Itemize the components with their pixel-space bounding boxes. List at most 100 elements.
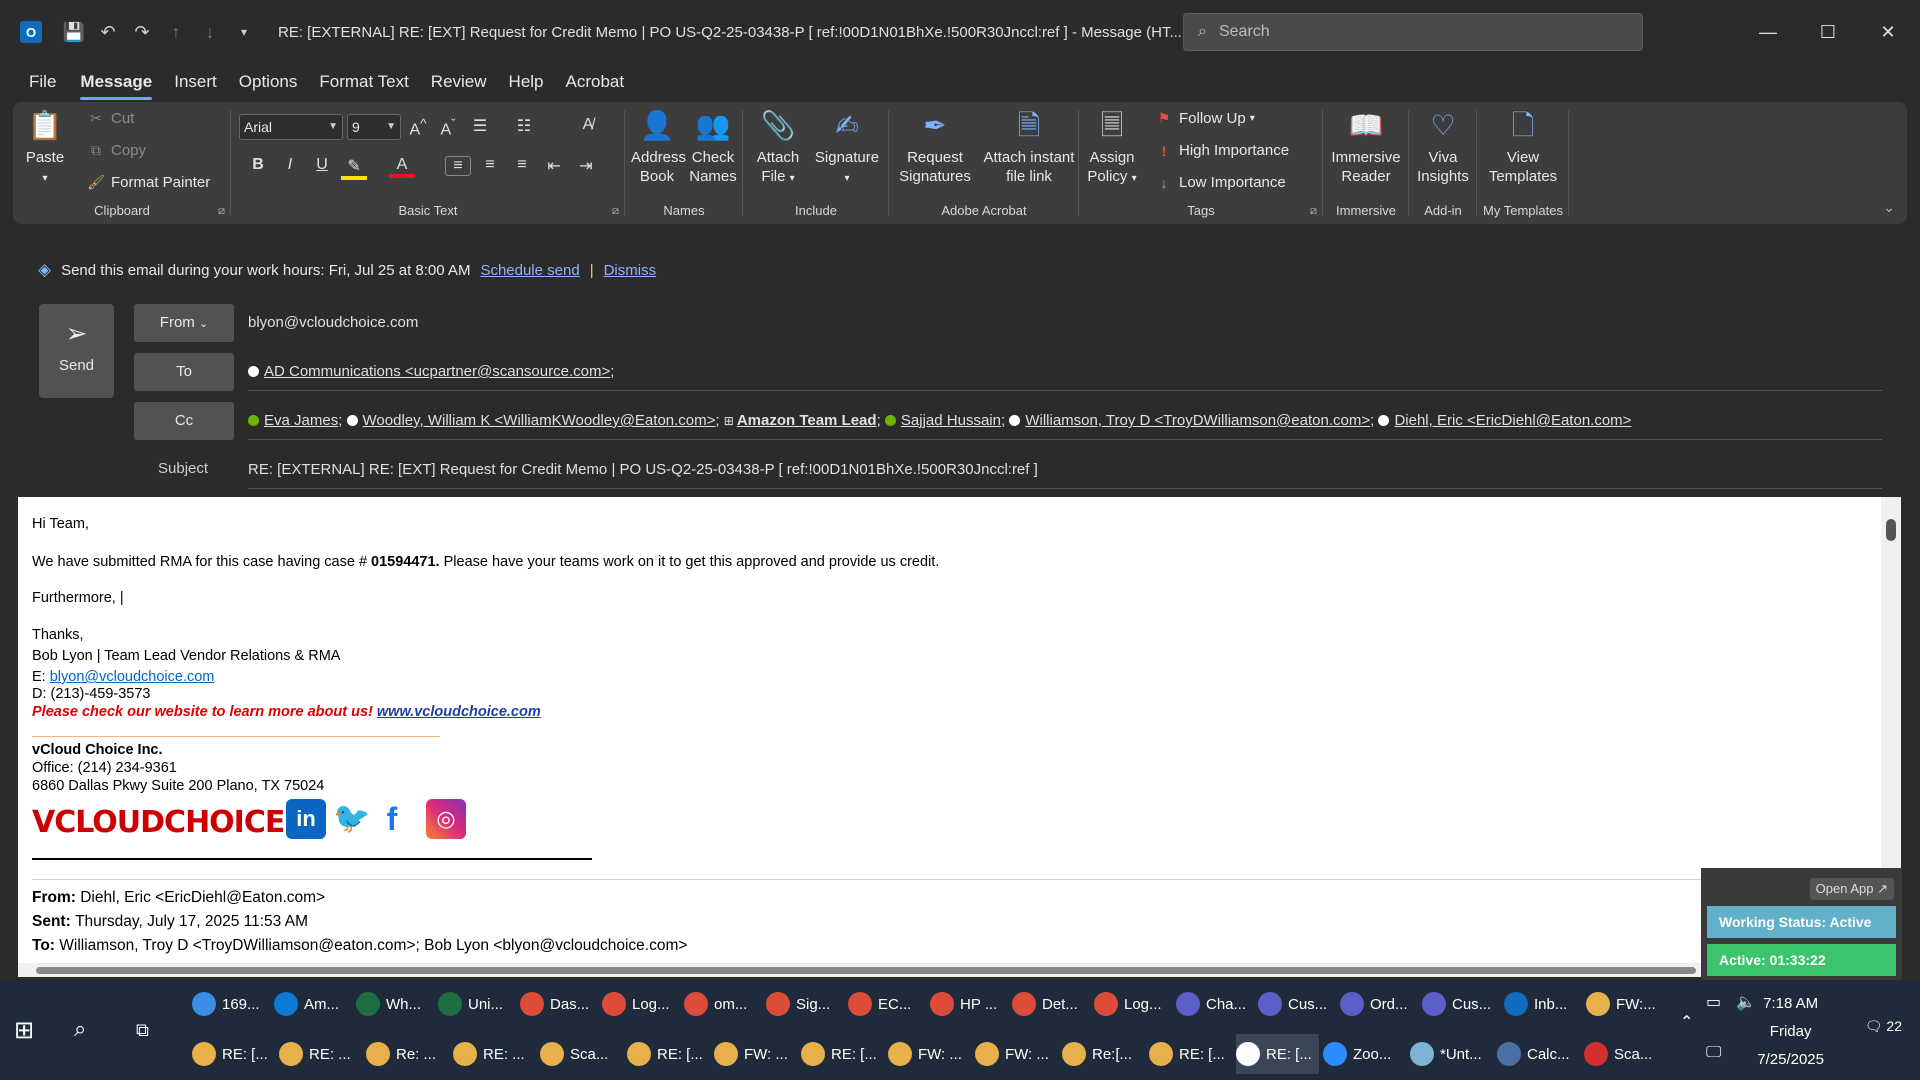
dialog-launcher-icon[interactable]: ⧄ [612, 205, 619, 218]
immersive-reader-button[interactable]: 📖 Immersive Reader [1327, 108, 1405, 186]
facebook-icon[interactable]: f [372, 799, 412, 839]
email-link[interactable]: blyon@vcloudchoice.com [50, 669, 215, 685]
dialog-launcher-icon[interactable]: ⧄ [1310, 205, 1317, 218]
search-icon[interactable]: ⌕ [74, 1016, 86, 1042]
address-book-button[interactable]: 👤 Address Book [631, 108, 686, 186]
bold-icon[interactable]: B [245, 156, 271, 174]
font-size-select[interactable]: 9 ▼ [347, 114, 401, 140]
viva-insights-button[interactable]: ♡ Viva Insights [1413, 108, 1473, 186]
cc-button[interactable]: Cc [134, 402, 234, 440]
taskbar-item[interactable]: FW: ... [888, 1034, 971, 1074]
taskbar-item[interactable]: Uni... [438, 984, 516, 1024]
taskbar-item[interactable]: Das... [520, 984, 598, 1024]
tab-file[interactable]: File [29, 68, 56, 96]
view-templates-button[interactable]: 🗋 View Templates [1481, 108, 1565, 186]
taskbar-item[interactable]: Re: ... [366, 1034, 449, 1074]
taskbar-item[interactable]: Cha... [1176, 984, 1254, 1024]
tab-acrobat[interactable]: Acrobat [566, 68, 625, 96]
taskbar-item[interactable]: *Unt... [1410, 1034, 1493, 1074]
taskbar-item[interactable]: 169... [192, 984, 270, 1024]
to-button[interactable]: To [134, 353, 234, 391]
chevron-up-icon[interactable]: ⌃ [1680, 1012, 1693, 1032]
scroll-thumb[interactable] [36, 967, 1696, 974]
decrease-indent-icon[interactable]: ⇤ [541, 156, 567, 176]
taskbar-item[interactable]: Am... [274, 984, 352, 1024]
taskbar-item[interactable]: RE: [... [192, 1034, 275, 1074]
recipient-chip[interactable]: AD Communications <ucpartner@scansource.… [264, 363, 610, 380]
font-color-icon[interactable]: A [389, 156, 415, 178]
working-status-badge[interactable]: Working Status: Active [1707, 906, 1896, 938]
taskbar-item[interactable]: FW:... [1586, 984, 1664, 1024]
down-arrow-icon[interactable]: ↓ [200, 22, 220, 42]
twitter-icon[interactable]: 🐦 [332, 799, 372, 839]
linkedin-icon[interactable]: in [286, 799, 326, 839]
taskbar-item[interactable]: Cus... [1422, 984, 1500, 1024]
italic-icon[interactable]: I [277, 156, 303, 174]
instagram-icon[interactable]: ◎ [426, 799, 466, 839]
align-left-icon[interactable]: ≡ [445, 156, 471, 176]
up-arrow-icon[interactable]: ↑ [166, 22, 186, 42]
format-painter-button[interactable]: 🖌 Format Painter [87, 174, 210, 191]
signature-button[interactable]: ✍ Signature ▾ [809, 108, 885, 188]
align-right-icon[interactable]: ≡ [509, 156, 535, 174]
close-button[interactable]: ✕ [1868, 14, 1908, 50]
taskbar-item[interactable]: FW: ... [714, 1034, 797, 1074]
subject-input[interactable]: RE: [EXTERNAL] RE: [EXT] Request for Cre… [248, 451, 1882, 489]
taskbar-item[interactable]: Log... [602, 984, 680, 1024]
taskbar-item[interactable]: Cus... [1258, 984, 1336, 1024]
taskbar-item[interactable]: RE: ... [453, 1034, 536, 1074]
schedule-send-link[interactable]: Schedule send [480, 262, 579, 279]
customize-toolbar-icon[interactable]: ▾ [234, 22, 254, 42]
recipient-chip[interactable]: Williamson, Troy D <TroyDWilliamson@eato… [1025, 412, 1370, 429]
speaker-icon[interactable]: 🔈 [1736, 992, 1756, 1012]
save-icon[interactable]: 💾 [63, 22, 85, 42]
tab-format-text[interactable]: Format Text [319, 68, 408, 96]
taskbar-item[interactable]: Wh... [356, 984, 434, 1024]
taskbar-item[interactable]: Log... [1094, 984, 1172, 1024]
scroll-thumb[interactable] [1886, 519, 1896, 541]
minimize-button[interactable]: — [1748, 14, 1788, 50]
message-body[interactable]: Hi Team, We have submitted RMA for this … [18, 497, 1901, 977]
cut-button[interactable]: ✂ Cut [87, 110, 134, 127]
taskbar-item[interactable]: Det... [1012, 984, 1090, 1024]
recipient-chip[interactable]: Diehl, Eric <EricDiehl@Eaton.com> [1394, 412, 1631, 429]
increase-indent-icon[interactable]: ⇥ [573, 156, 599, 176]
follow-up-button[interactable]: ⚑ Follow Up ▾ [1155, 110, 1255, 127]
taskbar-item[interactable]: FW: ... [975, 1034, 1058, 1074]
website-link[interactable]: www.vcloudchoice.com [377, 704, 541, 720]
taskbar-item[interactable]: Calc... [1497, 1034, 1580, 1074]
taskbar-item[interactable]: RE: [... [801, 1034, 884, 1074]
grow-font-icon[interactable]: A^ [405, 116, 431, 139]
request-signatures-button[interactable]: ✒ Request Signatures [895, 108, 975, 186]
undo-icon[interactable]: ↶ [98, 22, 118, 42]
tab-options[interactable]: Options [239, 68, 298, 96]
dismiss-link[interactable]: Dismiss [604, 262, 657, 279]
recipient-chip[interactable]: Woodley, William K <WilliamKWoodley@Eato… [363, 412, 716, 429]
taskbar-item[interactable]: RE: [... [627, 1034, 710, 1074]
task-view-icon[interactable]: ⧉ [136, 1020, 149, 1041]
underline-icon[interactable]: U [309, 156, 335, 174]
taskbar-item[interactable]: HP ... [930, 984, 1008, 1024]
maximize-button[interactable]: ☐ [1808, 14, 1848, 50]
taskbar-item[interactable]: Sig... [766, 984, 844, 1024]
redo-icon[interactable]: ↷ [132, 22, 152, 42]
recipient-chip[interactable]: Sajjad Hussain [901, 412, 1001, 429]
taskbar-item[interactable]: RE: [... [1236, 1034, 1319, 1074]
send-button[interactable]: ➢ Send [39, 304, 114, 398]
taskbar-item[interactable]: RE: [... [1149, 1034, 1232, 1074]
notification-icon[interactable]: 🗨 22 [1865, 1018, 1902, 1035]
cc-field[interactable]: Eva James; Woodley, William K <WilliamKW… [248, 402, 1882, 440]
low-importance-button[interactable]: ↓ Low Importance [1155, 174, 1286, 191]
search-input[interactable]: ⌕ Search [1183, 13, 1643, 51]
attach-instant-link-button[interactable]: 🗎 Attach instant file link [981, 108, 1077, 186]
system-clock[interactable]: 7:18 AM Friday 7/25/2025 [1757, 990, 1824, 1074]
taskbar-item[interactable]: EC... [848, 984, 926, 1024]
taskbar-item[interactable]: om... [684, 984, 762, 1024]
ribbon-collapse-icon[interactable]: ⌄ [1883, 199, 1895, 216]
taskbar-item[interactable]: Sca... [540, 1034, 623, 1074]
paste-button[interactable]: 📋 Paste ▾ [21, 108, 69, 188]
battery-icon[interactable]: ▭ [1706, 992, 1721, 1012]
check-names-button[interactable]: 👥 Check Names [687, 108, 739, 186]
horizontal-scrollbar[interactable] [18, 963, 1718, 977]
open-app-button[interactable]: Open App ↗ [1809, 878, 1894, 900]
